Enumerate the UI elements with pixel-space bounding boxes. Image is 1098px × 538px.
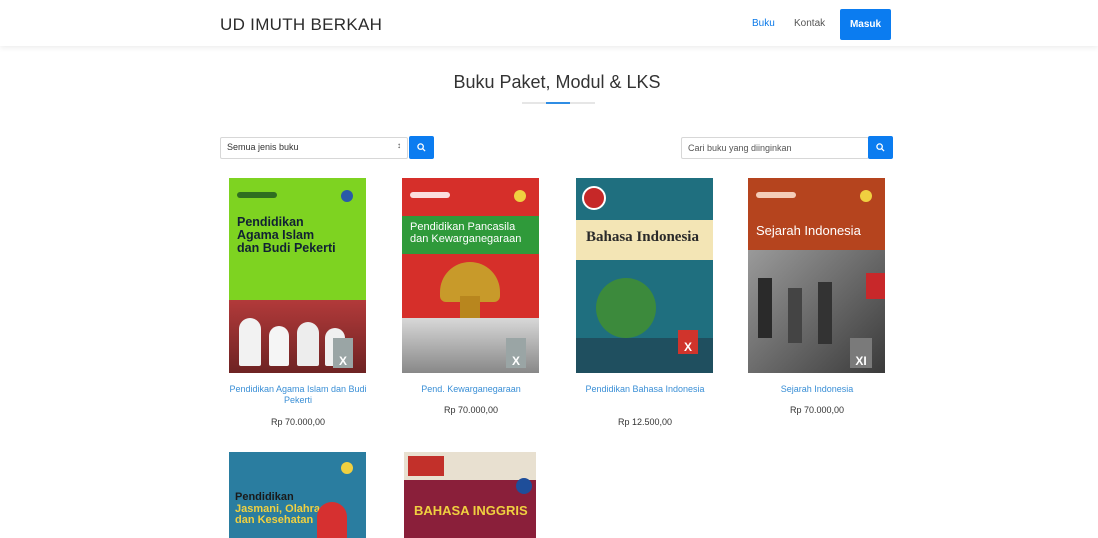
cover-text: Pendidikan Pancasila	[410, 221, 516, 233]
book-cover[interactable]: Bahasa Indonesia X	[576, 178, 713, 373]
grade-badge: XI	[850, 338, 872, 368]
brand-name[interactable]: UD IMUTH BERKAH	[220, 15, 382, 35]
cover-text: Sejarah Indonesia	[756, 223, 861, 238]
navbar: UD IMUTH BERKAH Buku Kontak Masuk	[0, 0, 1098, 46]
book-price: Rp 70.000,00	[789, 405, 845, 415]
grade-badge: X	[678, 330, 698, 354]
tree-icon	[596, 278, 656, 338]
cover-text: Pendidikan	[235, 491, 294, 503]
book-price: Rp 12.500,00	[617, 417, 673, 427]
book-title[interactable]: Pendidikan Bahasa Indonesia	[565, 384, 725, 395]
book-cover[interactable]: Pendidikan Agama Islam dan Budi Pekerti …	[229, 178, 366, 373]
select-arrows-icon: ↕	[397, 141, 401, 150]
book-cover[interactable]: Pendidikan Pancasila dan Kewarganegaraan…	[402, 178, 539, 373]
book-type-selected: Semua jenis buku	[227, 142, 299, 152]
book-price: Rp 70.000,00	[443, 405, 499, 415]
book-type-select[interactable]: Semua jenis buku ↕	[220, 137, 408, 159]
title-divider-accent	[546, 102, 570, 104]
cover-text: Bahasa Indonesia	[586, 229, 699, 245]
athlete-figure	[317, 502, 347, 538]
book-cover[interactable]: Sejarah Indonesia XI	[748, 178, 885, 373]
book-cover[interactable]: Pendidikan Jasmani, Olahraga dan Kesehat…	[229, 452, 366, 538]
book-title[interactable]: Pendidikan Agama Islam dan Budi Pekerti	[218, 384, 378, 407]
nav-link-kontak[interactable]: Kontak	[794, 18, 825, 29]
book-price: Rp 70.000,00	[270, 417, 326, 427]
book-title[interactable]: Pend. Kewarganegaraan	[391, 384, 551, 395]
page-title: Buku Paket, Modul & LKS	[453, 72, 661, 92]
nav-link-buku[interactable]: Buku	[752, 18, 775, 29]
search-input[interactable]	[681, 137, 869, 159]
cover-text: dan Kewarganegaraan	[410, 232, 522, 245]
filter-button[interactable]	[409, 136, 434, 159]
login-button[interactable]: Masuk	[840, 9, 891, 40]
grade-badge: X	[333, 338, 353, 368]
search-icon	[876, 143, 885, 152]
book-cover[interactable]: BAHASA INGGRIS	[404, 452, 536, 538]
search-icon	[417, 143, 426, 152]
cover-text: dan Budi Pekerti	[237, 241, 336, 256]
cover-text: BAHASA INGGRIS	[414, 503, 528, 518]
grade-badge: X	[506, 338, 526, 368]
book-title[interactable]: Sejarah Indonesia	[737, 384, 897, 395]
search-button[interactable]	[868, 136, 893, 159]
